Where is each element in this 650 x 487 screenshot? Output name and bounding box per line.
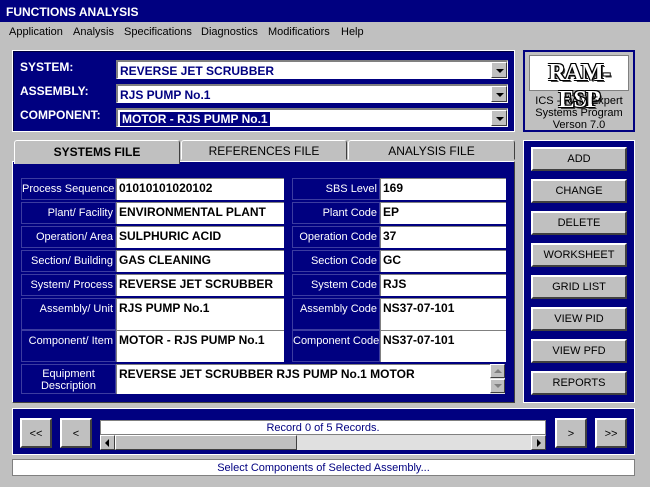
menu-modifications[interactable]: Modificatiors [268,26,330,38]
logo-line-2: Systems Program [535,107,623,119]
component-code-label: Component Code [292,330,380,362]
assembly-unit-label: Assembly/ Unit [21,298,116,330]
operation-area-label: Operation/ Area [21,226,116,248]
description-scrollbar[interactable] [490,364,505,394]
scroll-thumb[interactable] [115,435,297,450]
operation-area-field[interactable]: SULPHURIC ACID [116,226,284,248]
grid-list-button[interactable]: GRID LIST [531,275,627,299]
next-record-button[interactable]: > [555,418,587,448]
record-scrollbar[interactable] [100,435,546,450]
previous-record-button[interactable]: < [60,418,92,448]
app-logo-panel: RAM-ESP ICS - RAM Expert Systems Program… [523,50,635,132]
system-code-field[interactable]: RJS [380,274,506,296]
chevron-down-icon[interactable] [491,62,507,78]
action-panel: ADD CHANGE DELETE WORKSHEET GRID LIST VI… [523,140,635,403]
add-button[interactable]: ADD [531,147,627,171]
equipment-description-label: Equipment Description [21,364,116,394]
logo-line-3: Verson 7.0 [552,119,606,131]
system-process-label: System/ Process [21,274,116,296]
last-record-button[interactable]: >> [595,418,627,448]
change-button[interactable]: CHANGE [531,179,627,203]
scroll-down-icon[interactable] [490,379,505,393]
chevron-down-icon[interactable] [491,86,507,102]
scroll-left-icon[interactable] [100,435,115,450]
system-process-field[interactable]: REVERSE JET SCRUBBER [116,274,284,296]
section-building-label: Section/ Building [21,250,116,272]
app-version-info: ICS - RAM Expert Systems Program Verson … [525,95,633,131]
chevron-down-icon[interactable] [491,110,507,126]
scroll-right-icon[interactable] [531,435,546,450]
section-code-field[interactable]: GC [380,250,506,272]
menu-diagnostics[interactable]: Diagnostics [201,26,258,38]
assembly-select-value: RJS PUMP No.1 [120,88,211,102]
assembly-select[interactable]: RJS PUMP No.1 [116,84,508,103]
view-pid-button[interactable]: VIEW PID [531,307,627,331]
tab-analysis-file[interactable]: ANALYSIS FILE [348,140,515,160]
plant-facility-label: Plant/ Facility [21,202,116,224]
component-label: COMPONENT: [20,108,101,122]
record-counter: Record 0 of 5 Records. [100,420,546,435]
logo-line-1: ICS - RAM Expert [535,95,623,107]
system-select[interactable]: REVERSE JET SCRUBBER [116,60,508,79]
system-label: SYSTEM: [20,60,74,74]
delete-button[interactable]: DELETE [531,211,627,235]
menu-application[interactable]: Application [9,26,63,38]
component-item-label: Component/ Item [21,330,116,362]
assembly-label: ASSEMBLY: [20,84,89,98]
scroll-up-icon[interactable] [490,364,505,378]
first-record-button[interactable]: << [20,418,52,448]
menu-analysis[interactable]: Analysis [73,26,114,38]
equipment-description-label-line-2: Description [40,380,97,392]
tab-references-file[interactable]: REFERENCES FILE [181,140,347,160]
worksheet-button[interactable]: WORKSHEET [531,243,627,267]
assembly-code-label: Assembly Code [292,298,380,330]
window-title: FUNCTIONS ANALYSIS [0,0,650,22]
menu-bar: Application Analysis Specifications Diag… [0,22,650,42]
reports-button[interactable]: REPORTS [531,371,627,395]
sbs-level-label: SBS Level [292,178,380,200]
process-sequence-field[interactable]: 01010101020102 [116,178,284,200]
menu-help[interactable]: Help [341,26,364,38]
component-select-value: MOTOR - RJS PUMP No.1 [120,112,270,126]
process-sequence-label: Process Sequence [21,178,116,200]
operation-code-field[interactable]: 37 [380,226,506,248]
ram-esp-logo: RAM-ESP [529,55,629,113]
tab-systems-file[interactable]: SYSTEMS FILE [14,140,180,164]
status-bar: Select Components of Selected Assembly..… [12,459,635,476]
assembly-code-field[interactable]: NS37-07-101 [380,298,506,330]
plant-facility-field[interactable]: ENVIRONMENTAL PLANT [116,202,284,224]
component-select[interactable]: MOTOR - RJS PUMP No.1 [116,108,508,127]
component-code-field[interactable]: NS37-07-101 [380,330,506,362]
section-building-field[interactable]: GAS CLEANING [116,250,284,272]
plant-code-field[interactable]: EP [380,202,506,224]
menu-specifications[interactable]: Specifications [124,26,192,38]
sbs-level-field[interactable]: 169 [380,178,506,200]
equipment-description-field[interactable]: REVERSE JET SCRUBBER RJS PUMP No.1 MOTOR [116,364,490,394]
section-code-label: Section Code [292,250,380,272]
operation-code-label: Operation Code [292,226,380,248]
equipment-description-label-line-1: Equipment [42,368,95,380]
system-code-label: System Code [292,274,380,296]
system-select-value: REVERSE JET SCRUBBER [120,64,275,78]
view-pfd-button[interactable]: VIEW PFD [531,339,627,363]
assembly-unit-field[interactable]: RJS PUMP No.1 [116,298,284,330]
plant-code-label: Plant Code [292,202,380,224]
component-item-field[interactable]: MOTOR - RJS PUMP No.1 [116,330,284,362]
